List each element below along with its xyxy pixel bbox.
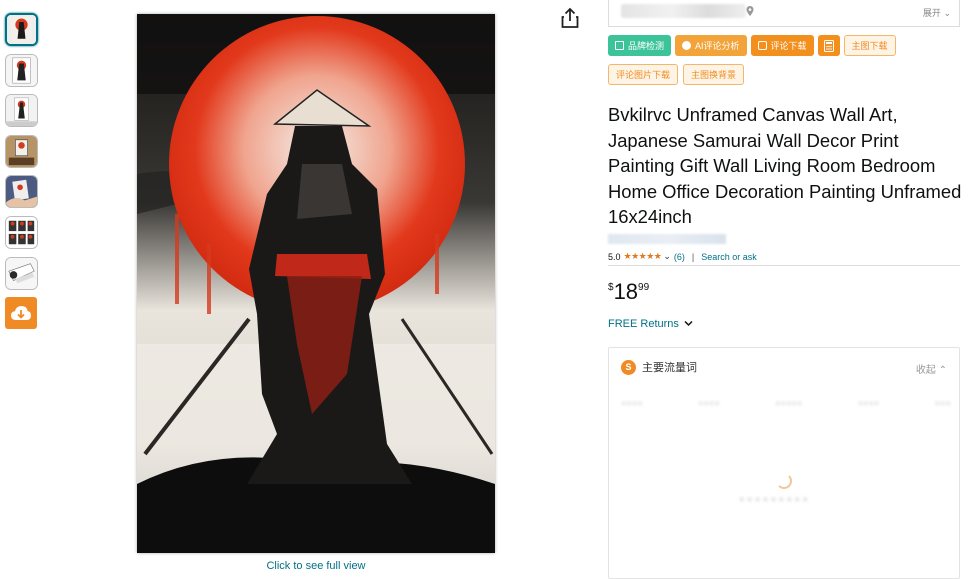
rating-row: 5.0 ★★★★★ ⌄ (6) | Search or ask [608, 251, 757, 262]
search-or-ask-link[interactable]: Search or ask [701, 252, 757, 262]
brand-check-button[interactable]: 品牌检测 [608, 35, 672, 56]
separator: | [691, 251, 695, 262]
cloud-download-icon [11, 306, 31, 321]
product-title: Bvkilrvc Unframed Canvas Wall Art, Japan… [608, 104, 962, 227]
chevron-down-icon: ⌄ [943, 8, 951, 18]
table-header-placeholder: ■■■■ ■■■■ ■■■■■ ■■■■ ■■■ [621, 398, 951, 408]
price-fraction: 99 [638, 282, 650, 293]
thumbnail-4[interactable] [5, 134, 38, 168]
panel-title: 主要流量词 [642, 362, 697, 374]
calculator-icon [823, 39, 834, 52]
price-symbol: $ [608, 282, 614, 293]
checkbox-icon [615, 41, 624, 50]
thumbnail-3[interactable] [5, 94, 38, 128]
pie-chart-icon [682, 41, 692, 50]
seller-info-bar: 展开 ⌄ [608, 0, 960, 27]
thumbnail-1[interactable] [5, 13, 38, 46]
full-view-link[interactable]: Click to see full view [137, 560, 495, 572]
calculator-button[interactable] [817, 35, 840, 56]
blurred-seller-text [621, 4, 746, 18]
main-image-background-button[interactable]: 主图换背景 [683, 64, 745, 85]
review-image-download-button[interactable]: 评论图片下载 [608, 64, 679, 85]
share-icon[interactable] [560, 7, 580, 29]
expand-toggle[interactable]: 展开 ⌄ [923, 6, 951, 19]
review-download-button[interactable]: 评论下载 [750, 35, 814, 56]
blurred-brand-link[interactable] [608, 234, 726, 244]
price: $1899 [608, 279, 649, 305]
chevron-down-icon [684, 320, 693, 327]
plugin-logo-icon: S [621, 359, 636, 375]
tool-buttons-row-2: 评论图片下载 主图换背景 [608, 64, 748, 85]
traffic-keywords-panel: S 主要流量词 收起 ⌃ ■■■■ ■■■■ ■■■■■ ■■■■ ■■■ ■ ■ ■ … [608, 347, 960, 579]
thumbnail-2[interactable] [5, 53, 38, 87]
tool-buttons-row-1: 品牌检测 AI评论分析 评论下载 主图下载 [608, 35, 900, 56]
thumbnail-5[interactable] [5, 175, 38, 209]
comment-icon [757, 41, 767, 50]
rating-count-link[interactable]: (6) [674, 252, 685, 262]
star-rating-icon[interactable]: ★★★★★ [624, 251, 662, 262]
chevron-down-icon[interactable]: ⌄ [663, 251, 671, 262]
location-pin-icon [746, 6, 754, 16]
thumbnail-strip [5, 13, 39, 330]
main-image-download-button[interactable]: 主图下载 [843, 35, 896, 56]
loading-spinner [776, 473, 792, 489]
download-cloud-button[interactable] [5, 297, 37, 330]
rating-value: 5.0 [608, 251, 621, 262]
thumbnail-7[interactable] [5, 256, 38, 290]
price-whole: 18 [613, 279, 639, 304]
panel-header: S 主要流量词 [621, 359, 697, 375]
ai-review-analysis-button[interactable]: AI评论分析 [675, 35, 747, 56]
thumbnail-6[interactable] [5, 215, 38, 249]
collapse-toggle[interactable]: 收起 ⌃ [916, 361, 947, 376]
free-returns-link[interactable]: FREE Returns [608, 318, 693, 330]
divider [608, 265, 960, 266]
main-product-image[interactable] [137, 14, 495, 553]
loading-text-placeholder: ■ ■ ■ ■ ■ ■ ■ ■ ■ [739, 494, 808, 504]
chevron-up-icon: ⌃ [938, 365, 947, 376]
